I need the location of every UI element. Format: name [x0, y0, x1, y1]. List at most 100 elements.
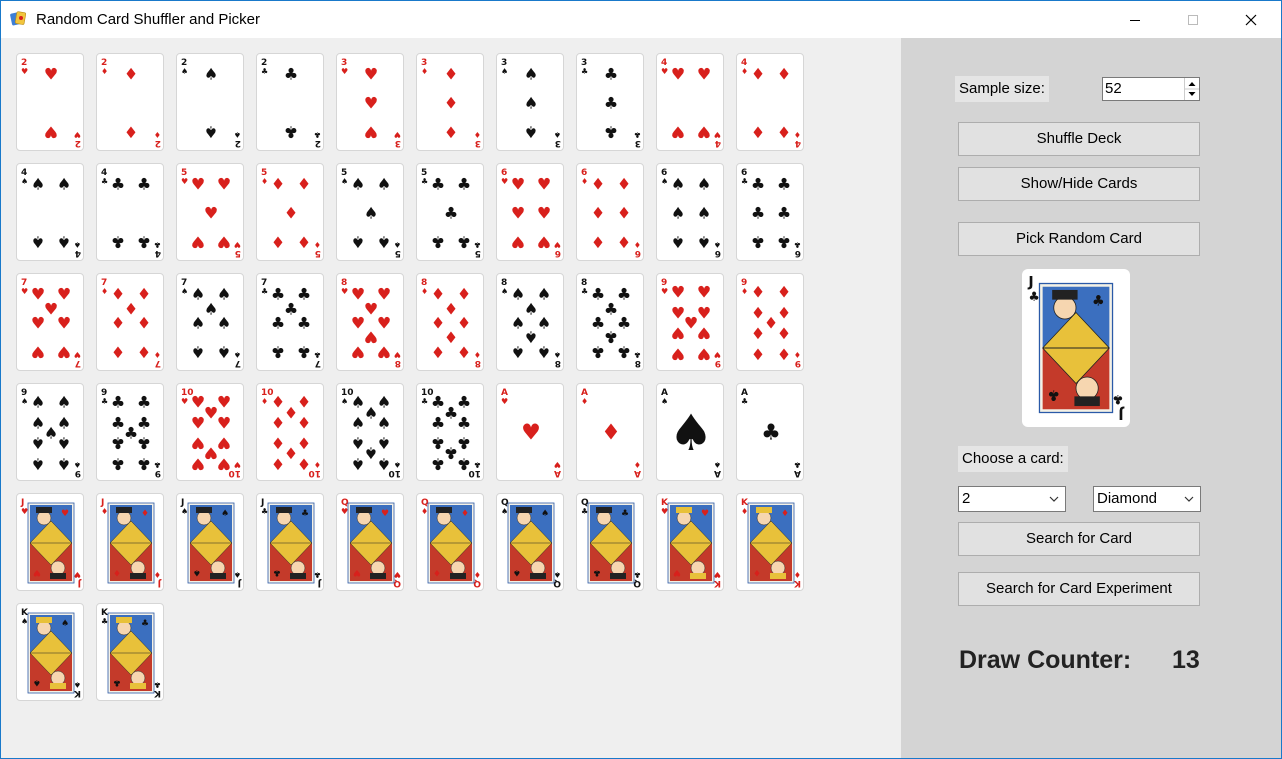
svg-text:♦: ♦: [271, 175, 285, 194]
show-hide-cards-button[interactable]: Show/Hide Cards: [958, 167, 1200, 201]
card-q-of-hearts[interactable]: Q ♥ Q ♥ ♥ ♥: [336, 493, 404, 591]
svg-text:♦: ♦: [601, 421, 621, 446]
card-7-of-clubs[interactable]: 7 ♣ 7 ♣ ♣ ♣ ♣ ♣ ♣ ♣ ♣: [256, 273, 324, 371]
card-j-of-hearts[interactable]: J ♥ J ♥ ♥ ♥: [16, 493, 84, 591]
svg-text:♣: ♣: [794, 240, 801, 249]
svg-text:♦: ♦: [617, 175, 631, 194]
card-10-of-spades[interactable]: 10 ♠ 10 ♠ ♠ ♠ ♠ ♠ ♠ ♠ ♠ ♠ ♠ ♠: [336, 383, 404, 481]
card-8-of-diamonds[interactable]: 8 ♦ 8 ♦ ♦ ♦ ♦ ♦ ♦ ♦ ♦ ♦: [416, 273, 484, 371]
svg-text:♣: ♣: [137, 233, 151, 252]
card-q-of-clubs[interactable]: Q ♣ Q ♣ ♣ ♣: [576, 493, 644, 591]
card-a-of-clubs[interactable]: A ♣ A ♣ ♣: [736, 383, 804, 481]
svg-text:♣: ♣: [604, 94, 618, 113]
svg-text:♠: ♠: [204, 123, 218, 142]
search-card-experiment-button[interactable]: Search for Card Experiment: [958, 572, 1200, 606]
card-8-of-spades[interactable]: 8 ♠ 8 ♠ ♠ ♠ ♠ ♠ ♠ ♠ ♠ ♠: [496, 273, 564, 371]
svg-text:♣: ♣: [581, 67, 588, 76]
svg-text:♦: ♦: [101, 67, 108, 76]
svg-text:♦: ♦: [794, 130, 801, 139]
maximize-button[interactable]: [1164, 1, 1222, 38]
svg-text:♠: ♠: [661, 397, 668, 406]
card-j-of-spades[interactable]: J ♠ J ♠ ♠ ♠: [176, 493, 244, 591]
card-9-of-spades[interactable]: 9 ♠ 9 ♠ ♠ ♠ ♠ ♠ ♠ ♠ ♠ ♠ ♠: [16, 383, 84, 481]
card-6-of-clubs[interactable]: 6 ♣ 6 ♣ ♣ ♣ ♣ ♣ ♣ ♣: [736, 163, 804, 261]
svg-text:♣: ♣: [431, 233, 445, 252]
card-5-of-clubs[interactable]: 5 ♣ 5 ♣ ♣ ♣ ♣ ♣ ♣: [416, 163, 484, 261]
svg-text:♥: ♥: [697, 283, 711, 302]
card-6-of-hearts[interactable]: 6 ♥ 6 ♥ ♥ ♥ ♥ ♥ ♥ ♥: [496, 163, 564, 261]
svg-text:♠: ♠: [377, 455, 391, 474]
spinner-arrows-icon[interactable]: [1184, 78, 1199, 100]
card-6-of-diamonds[interactable]: 6 ♦ 6 ♦ ♦ ♦ ♦ ♦ ♦ ♦: [576, 163, 644, 261]
card-2-of-spades[interactable]: 2 ♠ 2 ♠ ♠ ♠: [176, 53, 244, 151]
card-q-of-diamonds[interactable]: Q ♦ Q ♦ ♦ ♦: [416, 493, 484, 591]
card-8-of-clubs[interactable]: 8 ♣ 8 ♣ ♣ ♣ ♣ ♣ ♣ ♣ ♣ ♣: [576, 273, 644, 371]
card-8-of-hearts[interactable]: 8 ♥ 8 ♥ ♥ ♥ ♥ ♥ ♥ ♥ ♥ ♥: [336, 273, 404, 371]
search-card-button[interactable]: Search for Card: [958, 522, 1200, 556]
card-k-of-spades[interactable]: K ♠ K ♠ ♠ ♠: [16, 603, 84, 701]
card-4-of-spades[interactable]: 4 ♠ 4 ♠ ♠ ♠ ♠ ♠: [16, 163, 84, 261]
svg-text:♦: ♦: [591, 175, 605, 194]
svg-text:♥: ♥: [353, 567, 361, 577]
card-4-of-hearts[interactable]: 4 ♥ 4 ♥ ♥ ♥ ♥ ♥: [656, 53, 724, 151]
svg-text:♣: ♣: [751, 204, 765, 223]
card-k-of-diamonds[interactable]: K ♦ K ♦ ♦ ♦: [736, 493, 804, 591]
card-4-of-diamonds[interactable]: 4 ♦ 4 ♦ ♦ ♦ ♦ ♦: [736, 53, 804, 151]
card-a-of-hearts[interactable]: A ♥ A ♥ ♥: [496, 383, 564, 481]
card-10-of-diamonds[interactable]: 10 ♦ 10 ♦ ♦ ♦ ♦ ♦ ♦ ♦ ♦ ♦ ♦ ♦: [256, 383, 324, 481]
svg-text:♥: ♥: [217, 175, 231, 194]
card-k-of-clubs[interactable]: K ♣ K ♣ ♣ ♣: [96, 603, 164, 701]
svg-text:♣: ♣: [591, 314, 605, 333]
card-3-of-hearts[interactable]: 3 ♥ 3 ♥ ♥ ♥ ♥: [336, 53, 404, 151]
card-4-of-clubs[interactable]: 4 ♣ 4 ♣ ♣ ♣ ♣ ♣: [96, 163, 164, 261]
svg-text:♥: ♥: [351, 314, 365, 333]
svg-text:♥: ♥: [701, 509, 709, 519]
card-a-of-spades[interactable]: A ♠ A ♠ ♠: [656, 383, 724, 481]
svg-text:♠: ♠: [217, 285, 231, 304]
card-5-of-spades[interactable]: 5 ♠ 5 ♠ ♠ ♠ ♠ ♠ ♠: [336, 163, 404, 261]
card-6-of-spades[interactable]: 6 ♠ 6 ♠ ♠ ♠ ♠ ♠ ♠ ♠: [656, 163, 724, 261]
svg-text:♦: ♦: [457, 285, 471, 304]
card-j-of-diamonds[interactable]: J ♦ J ♦ ♦ ♦: [96, 493, 164, 591]
svg-text:♥: ♥: [714, 570, 721, 579]
card-3-of-spades[interactable]: 3 ♠ 3 ♠ ♠ ♠ ♠: [496, 53, 564, 151]
pick-random-card-button[interactable]: Pick Random Card: [958, 222, 1200, 256]
card-10-of-clubs[interactable]: 10 ♣ 10 ♣ ♣ ♣ ♣ ♣ ♣ ♣ ♣ ♣ ♣ ♣: [416, 383, 484, 481]
card-5-of-hearts[interactable]: 5 ♥ 5 ♥ ♥ ♥ ♥ ♥ ♥: [176, 163, 244, 261]
card-5-of-diamonds[interactable]: 5 ♦ 5 ♦ ♦ ♦ ♦ ♦ ♦: [256, 163, 324, 261]
card-q-of-spades[interactable]: Q ♠ Q ♠ ♠ ♠: [496, 493, 564, 591]
card-7-of-diamonds[interactable]: 7 ♦ 7 ♦ ♦ ♦ ♦ ♦ ♦ ♦ ♦: [96, 273, 164, 371]
svg-text:♣: ♣: [314, 570, 321, 579]
card-2-of-clubs[interactable]: 2 ♣ 2 ♣ ♣ ♣: [256, 53, 324, 151]
shuffle-deck-button[interactable]: Shuffle Deck: [958, 122, 1200, 156]
maximize-icon: [1188, 14, 1198, 25]
sample-size-input[interactable]: 52: [1102, 77, 1200, 101]
close-button[interactable]: [1222, 1, 1280, 38]
suit-select[interactable]: Diamond: [1093, 486, 1201, 512]
card-9-of-clubs[interactable]: 9 ♣ 9 ♣ ♣ ♣ ♣ ♣ ♣ ♣ ♣ ♣ ♣: [96, 383, 164, 481]
svg-text:♠: ♠: [524, 94, 538, 113]
card-j-of-clubs[interactable]: J ♣ J ♣ ♣ ♣: [256, 493, 324, 591]
card-9-of-hearts[interactable]: 9 ♥ 9 ♥ ♥ ♥ ♥ ♥ ♥ ♥ ♥ ♥ ♥: [656, 273, 724, 371]
card-a-of-diamonds[interactable]: A ♦ A ♦ ♦: [576, 383, 644, 481]
card-7-of-hearts[interactable]: 7 ♥ 7 ♥ ♥ ♥ ♥ ♥ ♥ ♥ ♥: [16, 273, 84, 371]
card-3-of-diamonds[interactable]: 3 ♦ 3 ♦ ♦ ♦ ♦: [416, 53, 484, 151]
card-7-of-spades[interactable]: 7 ♠ 7 ♠ ♠ ♠ ♠ ♠ ♠ ♠ ♠: [176, 273, 244, 371]
card-2-of-hearts[interactable]: 2 ♥ 2 ♥ ♥ ♥: [16, 53, 84, 151]
rank-select[interactable]: 2: [958, 486, 1066, 512]
svg-text:♣: ♣: [431, 455, 445, 474]
svg-text:♣: ♣: [154, 240, 161, 249]
svg-text:♥: ♥: [341, 67, 348, 76]
svg-text:♠: ♠: [234, 130, 241, 139]
svg-text:♠: ♠: [554, 130, 561, 139]
svg-text:♦: ♦: [297, 414, 311, 433]
card-9-of-diamonds[interactable]: 9 ♦ 9 ♦ ♦ ♦ ♦ ♦ ♦ ♦ ♦ ♦ ♦: [736, 273, 804, 371]
minimize-button[interactable]: [1106, 1, 1164, 38]
card-3-of-clubs[interactable]: 3 ♣ 3 ♣ ♣ ♣ ♣: [576, 53, 644, 151]
card-k-of-hearts[interactable]: K ♥ K ♥ ♥ ♥: [656, 493, 724, 591]
card-10-of-hearts[interactable]: 10 ♥ 10 ♥ ♥ ♥ ♥ ♥ ♥ ♥ ♥ ♥ ♥ ♥: [176, 383, 244, 481]
svg-text:♦: ♦: [154, 130, 161, 139]
card-2-of-diamonds[interactable]: 2 ♦ 2 ♦ ♦ ♦: [96, 53, 164, 151]
svg-text:♠: ♠: [57, 455, 71, 474]
svg-text:♣: ♣: [271, 343, 285, 362]
